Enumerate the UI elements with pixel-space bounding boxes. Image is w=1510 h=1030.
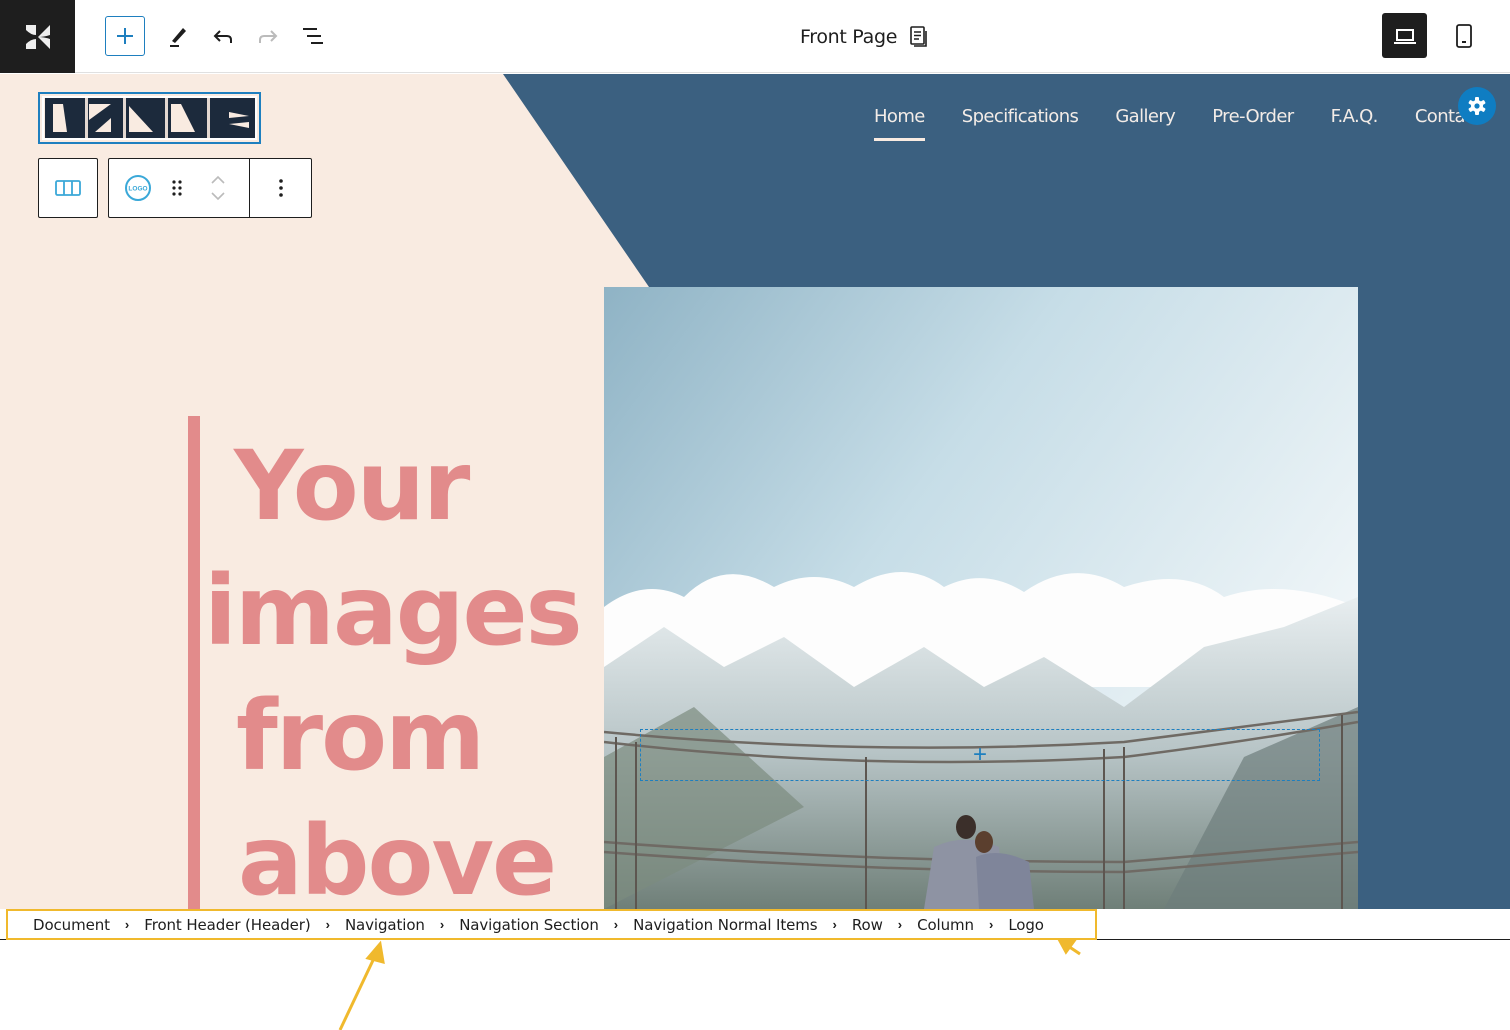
- list-view-icon: [303, 28, 323, 44]
- annotation-arrowhead-navigation: [365, 940, 385, 965]
- document-title[interactable]: Front Page: [800, 24, 929, 50]
- breadcrumb-item-row[interactable]: Row: [852, 916, 883, 934]
- device-mobile-button[interactable]: [1445, 13, 1483, 58]
- headline-accent-bar: [188, 416, 200, 909]
- chevron-right-icon: ›: [988, 917, 994, 932]
- add-block-plus-icon[interactable]: +: [973, 743, 987, 767]
- chevron-right-icon: ›: [897, 917, 903, 932]
- hero-image[interactable]: [604, 287, 1358, 909]
- select-parent-button[interactable]: [39, 159, 97, 217]
- gear-icon: [1468, 97, 1486, 115]
- mobile-icon: [1456, 23, 1472, 48]
- block-actions-group: LOGO: [108, 158, 312, 218]
- hero-headline[interactable]: Your images from above: [204, 424, 583, 909]
- editor-toolbar: Front Page: [0, 0, 1510, 73]
- more-options-button[interactable]: [250, 159, 311, 217]
- headline-line: above: [238, 805, 557, 909]
- logo-block-icon: LOGO: [125, 175, 151, 201]
- breadcrumb-item-navigation-section[interactable]: Navigation Section: [459, 916, 599, 934]
- nav-item-faq[interactable]: F.A.Q.: [1331, 106, 1379, 127]
- site-logo-button[interactable]: [0, 0, 75, 73]
- site-editor-logo-icon: [25, 24, 50, 49]
- edit-tool-button[interactable]: [158, 16, 198, 56]
- svg-text:LOGO: LOGO: [128, 186, 147, 193]
- plus-icon: [117, 28, 133, 44]
- document-overview-button[interactable]: [293, 16, 333, 56]
- nav-item-pre-order[interactable]: Pre-Order: [1212, 106, 1294, 127]
- headline-line: Your: [234, 430, 470, 542]
- add-block-button[interactable]: [105, 16, 145, 56]
- headline-line: images: [204, 555, 583, 667]
- annotation-arrow-navigation: [338, 953, 378, 1030]
- chevron-right-icon: ›: [613, 917, 619, 932]
- desktop-icon: [1393, 28, 1416, 44]
- device-desktop-button[interactable]: [1382, 13, 1427, 58]
- chevron-right-icon: ›: [439, 917, 445, 932]
- redo-button[interactable]: [248, 16, 288, 56]
- undo-icon: [213, 30, 232, 43]
- drone-logo-image: [44, 98, 255, 138]
- pencil-icon: [170, 28, 186, 47]
- breadcrumb-item-column[interactable]: Column: [917, 916, 974, 934]
- chevron-down-icon[interactable]: [210, 192, 226, 201]
- annotation-arrows: [338, 940, 1081, 1030]
- breadcrumb-item-navigation-normal-items[interactable]: Navigation Normal Items: [633, 916, 817, 934]
- nav-item-home[interactable]: Home: [874, 106, 925, 141]
- breadcrumb-item-document[interactable]: Document: [33, 916, 110, 934]
- chevron-right-icon: ›: [832, 917, 837, 932]
- chevron-right-icon: ›: [325, 917, 330, 932]
- document-title-text: Front Page: [800, 26, 898, 48]
- drag-handle-icon: [172, 180, 182, 196]
- editor-canvas[interactable]: DRONE LOGO Home Specifi: [0, 74, 1510, 909]
- page-icon: [910, 26, 927, 47]
- site-navigation: Home Specifications Gallery Pre-Order F.…: [874, 106, 1481, 141]
- editor-footer: Document › Front Header (Header) › Navig…: [0, 909, 1510, 940]
- annotation-arrowhead-logo: [1057, 940, 1077, 955]
- parent-block-group: [38, 158, 98, 218]
- nav-item-specifications[interactable]: Specifications: [962, 106, 1079, 127]
- redo-icon: [259, 30, 278, 43]
- columns-icon: [55, 180, 81, 196]
- chevron-right-icon: ›: [124, 917, 130, 932]
- block-toolbar: LOGO: [38, 158, 312, 218]
- headline-line: from: [236, 680, 485, 792]
- annotation-arrow-logo: [1067, 944, 1081, 956]
- block-breadcrumb: Document › Front Header (Header) › Navig…: [6, 909, 1097, 940]
- chevron-up-icon[interactable]: [210, 175, 226, 184]
- empty-block-placeholder[interactable]: +: [640, 729, 1320, 781]
- block-type-button[interactable]: LOGO: [109, 159, 167, 217]
- settings-button[interactable]: [1458, 87, 1496, 125]
- breadcrumb-item-front-header[interactable]: Front Header (Header): [144, 916, 310, 934]
- move-buttons: [187, 159, 249, 217]
- nav-item-gallery[interactable]: Gallery: [1115, 106, 1176, 127]
- undo-button[interactable]: [203, 16, 243, 56]
- breadcrumb-item-logo[interactable]: Logo: [1008, 916, 1044, 934]
- more-vertical-icon: [278, 179, 283, 197]
- site-logo-block[interactable]: DRONE: [38, 92, 261, 144]
- breadcrumb-item-navigation[interactable]: Navigation: [345, 916, 425, 934]
- mountain-bridge-photo: [604, 287, 1358, 909]
- drag-handle[interactable]: [167, 159, 187, 217]
